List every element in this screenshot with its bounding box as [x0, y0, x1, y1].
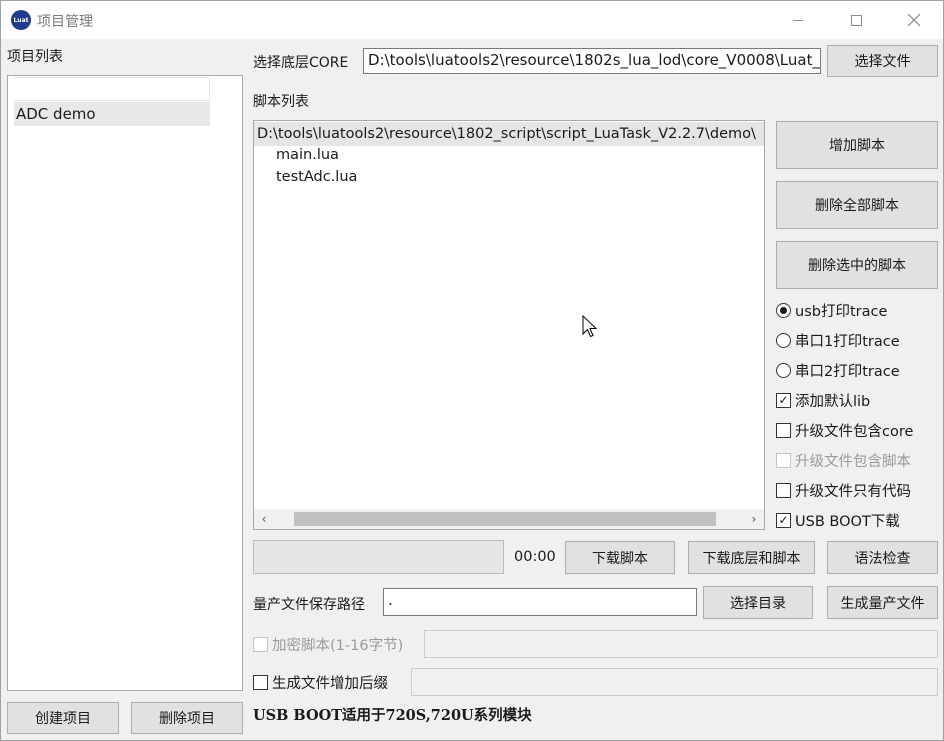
window-title: 项目管理	[37, 14, 93, 30]
scrollbar-thumb[interactable]	[294, 512, 716, 526]
trace-uart1-label: 串口1打印trace	[795, 333, 900, 350]
maximize-icon	[850, 14, 862, 26]
trace-usb-label: usb打印trace	[795, 303, 888, 320]
project-list-item[interactable]	[14, 77, 210, 101]
checkbox-disabled-icon	[776, 452, 791, 468]
checkmark-icon: ✓	[776, 512, 791, 528]
trace-usb-radio[interactable]: usb打印trace	[776, 300, 887, 320]
upgrade-include-core-label: 升级文件包含core	[795, 423, 914, 440]
add-script-button[interactable]: 增加脚本	[776, 121, 938, 169]
app-logo-icon: Luat	[11, 10, 31, 30]
create-project-button[interactable]: 创建项目	[7, 702, 119, 734]
encrypt-key-field	[424, 630, 938, 658]
upgrade-include-script-label: 升级文件包含脚本	[795, 453, 911, 470]
upgrade-include-core-checkbox[interactable]: 升级文件包含core	[776, 420, 913, 440]
checkmark-icon: ✓	[776, 392, 791, 408]
close-button[interactable]	[885, 1, 943, 39]
file-suffix-checkbox[interactable]: 生成文件增加后缀	[253, 672, 388, 692]
trace-uart2-radio[interactable]: 串口2打印trace	[776, 360, 900, 380]
script-file-item[interactable]: testAdc.lua	[276, 169, 357, 185]
encrypt-script-label: 加密脚本(1-16字节)	[272, 637, 404, 654]
file-suffix-label: 生成文件增加后缀	[272, 675, 388, 692]
core-path-field[interactable]: D:\tools\luatools2\resource\1802s_lua_lo…	[363, 48, 821, 74]
script-list[interactable]: D:\tools\luatools2\resource\1802_script\…	[253, 120, 765, 530]
usb-boot-note: USB BOOT适用于720S,720U系列模块	[253, 707, 532, 724]
checkbox-icon	[776, 482, 791, 498]
generate-production-file-button[interactable]: 生成量产文件	[827, 586, 938, 619]
add-default-lib-checkbox[interactable]: ✓ 添加默认lib	[776, 390, 870, 410]
add-default-lib-label: 添加默认lib	[795, 393, 871, 410]
core-label: 选择底层CORE	[253, 55, 349, 71]
production-path-field[interactable]: .	[383, 588, 697, 616]
scroll-right-icon[interactable]: ›	[744, 509, 764, 529]
file-suffix-field	[411, 668, 938, 696]
checkbox-icon	[253, 674, 268, 690]
select-directory-button[interactable]: 选择目录	[703, 586, 813, 619]
script-folder-row[interactable]: D:\tools\luatools2\resource\1802_script\…	[254, 122, 764, 146]
delete-all-scripts-button[interactable]: 删除全部脚本	[776, 181, 938, 229]
usb-boot-download-label: USB BOOT下载	[795, 513, 900, 530]
delete-selected-script-button[interactable]: 删除选中的脚本	[776, 241, 938, 289]
radio-icon	[776, 362, 791, 378]
project-list-heading: 项目列表	[7, 49, 63, 65]
close-icon	[908, 14, 920, 26]
script-list-heading: 脚本列表	[253, 94, 309, 110]
radio-icon	[776, 332, 791, 348]
upgrade-code-only-checkbox[interactable]: 升级文件只有代码	[776, 480, 911, 500]
checkbox-icon	[776, 422, 791, 438]
download-progress-bar	[253, 540, 504, 574]
usb-boot-download-checkbox[interactable]: ✓ USB BOOT下载	[776, 510, 900, 530]
project-manager-window: Luat 项目管理 项目列表 ADC demo 创建项目 删除项目 选择底层CO…	[0, 0, 944, 741]
title-bar: Luat 项目管理	[1, 1, 943, 39]
trace-uart2-label: 串口2打印trace	[795, 363, 900, 380]
checkbox-disabled-icon	[253, 636, 268, 652]
download-core-and-script-button[interactable]: 下载底层和脚本	[688, 541, 815, 574]
download-script-button[interactable]: 下载脚本	[565, 541, 675, 574]
scroll-left-icon[interactable]: ‹	[254, 509, 274, 529]
download-time: 00:00	[514, 549, 556, 565]
script-file-item[interactable]: main.lua	[276, 147, 339, 163]
horizontal-scrollbar[interactable]: ‹ ›	[254, 509, 764, 529]
minimize-icon	[793, 19, 803, 21]
mouse-cursor-icon	[582, 315, 598, 338]
project-list-item-selected[interactable]: ADC demo	[14, 102, 210, 126]
delete-project-button[interactable]: 删除项目	[131, 702, 243, 734]
upgrade-include-script-checkbox: 升级文件包含脚本	[776, 450, 911, 470]
maximize-button[interactable]	[827, 1, 885, 39]
syntax-check-button[interactable]: 语法检查	[827, 541, 938, 574]
select-file-button[interactable]: 选择文件	[827, 45, 938, 77]
radio-selected-icon	[776, 302, 791, 318]
minimize-button[interactable]	[769, 1, 827, 39]
project-list[interactable]: ADC demo	[7, 75, 243, 691]
production-path-label: 量产文件保存路径	[253, 597, 365, 613]
trace-uart1-radio[interactable]: 串口1打印trace	[776, 330, 900, 350]
upgrade-code-only-label: 升级文件只有代码	[795, 483, 911, 500]
encrypt-script-checkbox: 加密脚本(1-16字节)	[253, 634, 403, 654]
